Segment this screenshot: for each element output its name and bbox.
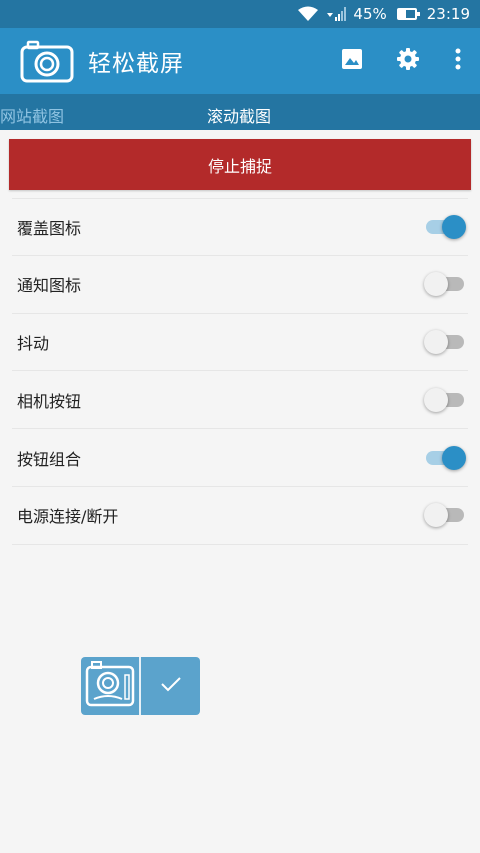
setting-overlay-icon[interactable]: 覆盖图标 <box>12 198 468 256</box>
setting-label: 抖动 <box>17 333 50 353</box>
floating-confirm-button[interactable] <box>141 657 200 715</box>
clock: 23:19 <box>426 5 470 23</box>
battery-percent: 45% <box>353 5 387 23</box>
more-vertical-icon <box>455 48 461 74</box>
setting-button-combo[interactable]: 按钮组合 <box>12 429 468 487</box>
camera-icon <box>20 39 74 83</box>
notification-icon-toggle[interactable] <box>424 272 466 297</box>
button-combo-toggle[interactable] <box>424 445 466 470</box>
more-options-button[interactable] <box>436 33 480 89</box>
stop-capture-button[interactable]: 停止捕捉 <box>9 139 471 190</box>
setting-camera-button[interactable]: 相机按钮 <box>12 371 468 430</box>
settings-gear-icon <box>396 47 420 75</box>
setting-label: 相机按钮 <box>17 391 82 411</box>
camera-icon <box>84 659 136 713</box>
setting-shake[interactable]: 抖动 <box>12 314 468 372</box>
floating-capture-widget <box>81 657 200 715</box>
setting-label: 按钮组合 <box>17 449 82 469</box>
setting-notification-icon[interactable]: 通知图标 <box>12 256 468 314</box>
setting-label: 电源连接/断开 <box>17 507 119 527</box>
battery-icon <box>393 8 420 20</box>
gallery-icon <box>341 48 363 74</box>
settings-list: 覆盖图标 通知图标 抖动 相机按钮 按钮组合 电源连接/断开 <box>12 198 468 545</box>
floating-capture-button[interactable] <box>81 657 141 715</box>
app-bar: 轻松截屏 <box>0 28 480 94</box>
signal-icon <box>325 6 347 22</box>
tab-bar: 网站截图 滚动截图 <box>0 94 480 130</box>
camera-button-toggle[interactable] <box>424 387 466 412</box>
setting-label: 通知图标 <box>17 276 82 296</box>
tab-website-screenshot[interactable]: 网站截图 <box>0 103 64 127</box>
shake-toggle[interactable] <box>424 329 466 354</box>
gallery-button[interactable] <box>324 33 380 89</box>
setting-power-connect[interactable]: 电源连接/断开 <box>12 487 468 545</box>
check-icon <box>160 676 182 696</box>
overlay-icon-toggle[interactable] <box>424 214 466 239</box>
power-connect-toggle[interactable] <box>424 503 466 528</box>
status-bar: 45% 23:19 <box>0 0 480 28</box>
settings-button[interactable] <box>380 33 436 89</box>
setting-label: 覆盖图标 <box>17 218 82 238</box>
tab-scroll-screenshot[interactable]: 滚动截图 <box>207 103 271 127</box>
app-title: 轻松截屏 <box>88 51 184 77</box>
wifi-icon <box>297 6 319 22</box>
